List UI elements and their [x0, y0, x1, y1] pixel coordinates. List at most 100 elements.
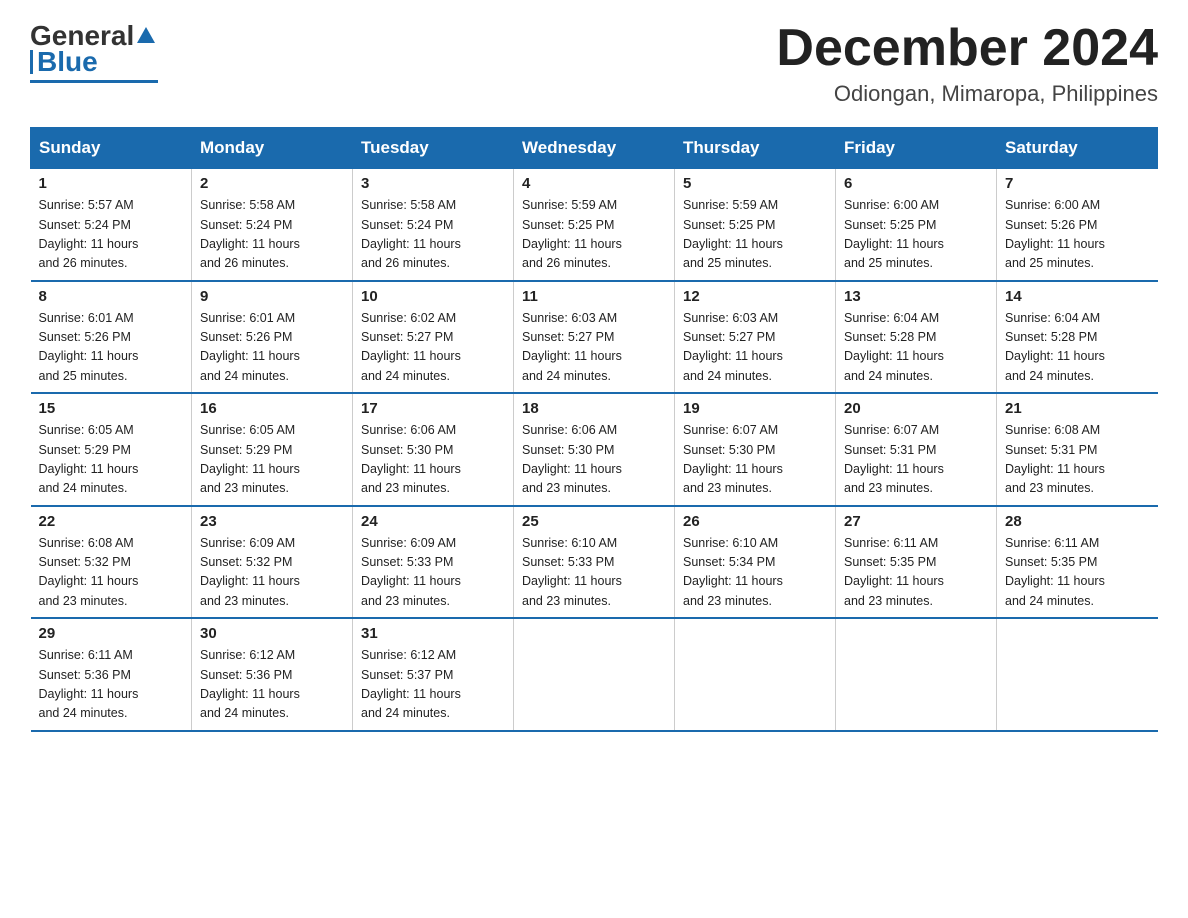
day-number: 27	[844, 513, 988, 530]
day-number: 4	[522, 175, 666, 192]
day-info: Sunrise: 6:00 AM Sunset: 5:25 PM Dayligh…	[844, 196, 988, 274]
header-sunday: Sunday	[31, 128, 192, 169]
calendar-cell	[997, 618, 1158, 731]
day-info: Sunrise: 6:06 AM Sunset: 5:30 PM Dayligh…	[361, 421, 505, 499]
calendar-cell: 29 Sunrise: 6:11 AM Sunset: 5:36 PM Dayl…	[31, 618, 192, 731]
day-number: 30	[200, 625, 344, 642]
calendar-cell: 22 Sunrise: 6:08 AM Sunset: 5:32 PM Dayl…	[31, 506, 192, 619]
day-number: 10	[361, 288, 505, 305]
day-number: 12	[683, 288, 827, 305]
header-monday: Monday	[192, 128, 353, 169]
calendar-cell: 27 Sunrise: 6:11 AM Sunset: 5:35 PM Dayl…	[836, 506, 997, 619]
calendar-cell: 5 Sunrise: 5:59 AM Sunset: 5:25 PM Dayli…	[675, 169, 836, 281]
day-info: Sunrise: 6:11 AM Sunset: 5:35 PM Dayligh…	[1005, 534, 1150, 612]
header-wednesday: Wednesday	[514, 128, 675, 169]
day-info: Sunrise: 5:58 AM Sunset: 5:24 PM Dayligh…	[200, 196, 344, 274]
day-info: Sunrise: 6:11 AM Sunset: 5:35 PM Dayligh…	[844, 534, 988, 612]
calendar-title: December 2024	[776, 20, 1158, 77]
day-number: 25	[522, 513, 666, 530]
day-number: 7	[1005, 175, 1150, 192]
calendar-cell: 2 Sunrise: 5:58 AM Sunset: 5:24 PM Dayli…	[192, 169, 353, 281]
calendar-cell: 14 Sunrise: 6:04 AM Sunset: 5:28 PM Dayl…	[997, 281, 1158, 394]
day-number: 31	[361, 625, 505, 642]
calendar-cell: 23 Sunrise: 6:09 AM Sunset: 5:32 PM Dayl…	[192, 506, 353, 619]
page-header: General Blue December 2024 Odiongan, Mim…	[30, 20, 1158, 107]
calendar-cell: 10 Sunrise: 6:02 AM Sunset: 5:27 PM Dayl…	[353, 281, 514, 394]
calendar-cell: 18 Sunrise: 6:06 AM Sunset: 5:30 PM Dayl…	[514, 393, 675, 506]
day-info: Sunrise: 6:01 AM Sunset: 5:26 PM Dayligh…	[200, 309, 344, 387]
calendar-cell: 28 Sunrise: 6:11 AM Sunset: 5:35 PM Dayl…	[997, 506, 1158, 619]
day-info: Sunrise: 6:08 AM Sunset: 5:32 PM Dayligh…	[39, 534, 184, 612]
header-thursday: Thursday	[675, 128, 836, 169]
day-info: Sunrise: 6:07 AM Sunset: 5:30 PM Dayligh…	[683, 421, 827, 499]
calendar-week-row: 1 Sunrise: 5:57 AM Sunset: 5:24 PM Dayli…	[31, 169, 1158, 281]
logo-blue-text: Blue	[37, 46, 98, 78]
day-info: Sunrise: 6:09 AM Sunset: 5:32 PM Dayligh…	[200, 534, 344, 612]
day-number: 17	[361, 400, 505, 417]
day-number: 23	[200, 513, 344, 530]
calendar-cell: 30 Sunrise: 6:12 AM Sunset: 5:36 PM Dayl…	[192, 618, 353, 731]
calendar-cell: 1 Sunrise: 5:57 AM Sunset: 5:24 PM Dayli…	[31, 169, 192, 281]
calendar-cell: 13 Sunrise: 6:04 AM Sunset: 5:28 PM Dayl…	[836, 281, 997, 394]
day-number: 24	[361, 513, 505, 530]
calendar-cell: 11 Sunrise: 6:03 AM Sunset: 5:27 PM Dayl…	[514, 281, 675, 394]
day-info: Sunrise: 6:05 AM Sunset: 5:29 PM Dayligh…	[39, 421, 184, 499]
title-section: December 2024 Odiongan, Mimaropa, Philip…	[776, 20, 1158, 107]
day-number: 19	[683, 400, 827, 417]
day-info: Sunrise: 5:57 AM Sunset: 5:24 PM Dayligh…	[39, 196, 184, 274]
day-info: Sunrise: 6:01 AM Sunset: 5:26 PM Dayligh…	[39, 309, 184, 387]
day-number: 2	[200, 175, 344, 192]
day-info: Sunrise: 5:59 AM Sunset: 5:25 PM Dayligh…	[683, 196, 827, 274]
day-number: 18	[522, 400, 666, 417]
calendar-cell: 16 Sunrise: 6:05 AM Sunset: 5:29 PM Dayl…	[192, 393, 353, 506]
day-number: 29	[39, 625, 184, 642]
calendar-cell: 26 Sunrise: 6:10 AM Sunset: 5:34 PM Dayl…	[675, 506, 836, 619]
calendar-cell: 12 Sunrise: 6:03 AM Sunset: 5:27 PM Dayl…	[675, 281, 836, 394]
calendar-cell: 19 Sunrise: 6:07 AM Sunset: 5:30 PM Dayl…	[675, 393, 836, 506]
day-info: Sunrise: 6:06 AM Sunset: 5:30 PM Dayligh…	[522, 421, 666, 499]
day-info: Sunrise: 6:07 AM Sunset: 5:31 PM Dayligh…	[844, 421, 988, 499]
day-number: 26	[683, 513, 827, 530]
calendar-cell	[836, 618, 997, 731]
calendar-cell: 25 Sunrise: 6:10 AM Sunset: 5:33 PM Dayl…	[514, 506, 675, 619]
day-number: 3	[361, 175, 505, 192]
day-info: Sunrise: 6:03 AM Sunset: 5:27 PM Dayligh…	[683, 309, 827, 387]
calendar-week-row: 8 Sunrise: 6:01 AM Sunset: 5:26 PM Dayli…	[31, 281, 1158, 394]
day-number: 20	[844, 400, 988, 417]
logo: General Blue	[30, 20, 158, 83]
day-number: 16	[200, 400, 344, 417]
header-friday: Friday	[836, 128, 997, 169]
calendar-cell: 6 Sunrise: 6:00 AM Sunset: 5:25 PM Dayli…	[836, 169, 997, 281]
calendar-cell: 15 Sunrise: 6:05 AM Sunset: 5:29 PM Dayl…	[31, 393, 192, 506]
day-number: 15	[39, 400, 184, 417]
calendar-cell	[675, 618, 836, 731]
day-info: Sunrise: 6:00 AM Sunset: 5:26 PM Dayligh…	[1005, 196, 1150, 274]
day-info: Sunrise: 6:09 AM Sunset: 5:33 PM Dayligh…	[361, 534, 505, 612]
day-number: 5	[683, 175, 827, 192]
calendar-cell: 4 Sunrise: 5:59 AM Sunset: 5:25 PM Dayli…	[514, 169, 675, 281]
calendar-cell: 20 Sunrise: 6:07 AM Sunset: 5:31 PM Dayl…	[836, 393, 997, 506]
logo-divider	[30, 50, 33, 74]
day-number: 22	[39, 513, 184, 530]
day-number: 28	[1005, 513, 1150, 530]
day-info: Sunrise: 6:12 AM Sunset: 5:36 PM Dayligh…	[200, 646, 344, 724]
day-info: Sunrise: 6:11 AM Sunset: 5:36 PM Dayligh…	[39, 646, 184, 724]
day-number: 21	[1005, 400, 1150, 417]
calendar-header-row: Sunday Monday Tuesday Wednesday Thursday…	[31, 128, 1158, 169]
calendar-cell: 21 Sunrise: 6:08 AM Sunset: 5:31 PM Dayl…	[997, 393, 1158, 506]
calendar-cell: 24 Sunrise: 6:09 AM Sunset: 5:33 PM Dayl…	[353, 506, 514, 619]
day-number: 1	[39, 175, 184, 192]
calendar-cell	[514, 618, 675, 731]
day-info: Sunrise: 6:04 AM Sunset: 5:28 PM Dayligh…	[844, 309, 988, 387]
day-number: 11	[522, 288, 666, 305]
day-number: 9	[200, 288, 344, 305]
day-info: Sunrise: 6:03 AM Sunset: 5:27 PM Dayligh…	[522, 309, 666, 387]
calendar-cell: 17 Sunrise: 6:06 AM Sunset: 5:30 PM Dayl…	[353, 393, 514, 506]
day-info: Sunrise: 6:10 AM Sunset: 5:34 PM Dayligh…	[683, 534, 827, 612]
day-number: 8	[39, 288, 184, 305]
logo-underline	[30, 80, 158, 83]
day-info: Sunrise: 6:04 AM Sunset: 5:28 PM Dayligh…	[1005, 309, 1150, 387]
calendar-cell: 7 Sunrise: 6:00 AM Sunset: 5:26 PM Dayli…	[997, 169, 1158, 281]
day-info: Sunrise: 6:05 AM Sunset: 5:29 PM Dayligh…	[200, 421, 344, 499]
calendar-subtitle: Odiongan, Mimaropa, Philippines	[776, 81, 1158, 107]
